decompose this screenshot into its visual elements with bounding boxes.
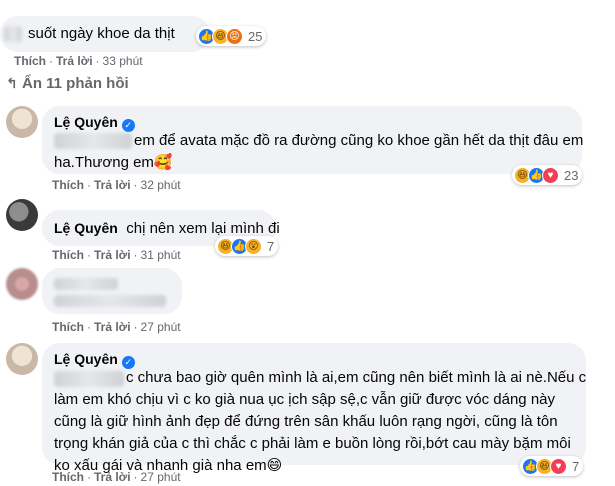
angry-icon: 😡 — [226, 27, 243, 45]
author-name[interactable]: Lệ Quyên — [54, 220, 118, 236]
comment-actions: Thích · Trả lời · 27 phút — [52, 320, 181, 334]
reply-button[interactable]: Trả lời — [94, 178, 131, 192]
redacted-name — [54, 278, 118, 290]
wow-icon: 😮 — [245, 237, 262, 255]
comment-text: chị nên xem lại mình đi — [126, 220, 280, 237]
comment-text: suốt ngày khoe da thịt — [28, 25, 175, 42]
redacted-name — [4, 26, 22, 42]
author-name[interactable]: Lệ Quyên — [54, 114, 118, 130]
heart-icon: ♥ — [542, 166, 559, 184]
comment-bubble-2: Lệ Quyên ✓ em để avata mặc đồ ra đường cũ… — [42, 106, 584, 174]
reaction-summary[interactable]: 😆 👍 😮 7 — [215, 236, 279, 256]
reaction-summary[interactable]: 👍 😆 ♥ 7 — [520, 456, 584, 476]
comment-text-line: trọng khán giả của c thì chắc c phải làm… — [54, 435, 571, 452]
comment-actions: Thích · Trả lời · 27 phút — [52, 470, 181, 484]
reaction-count: 7 — [572, 458, 580, 474]
reply-button[interactable]: Trả lời — [94, 248, 131, 262]
hide-replies-link[interactable]: ↰ Ẩn 11 phản hồi — [6, 75, 129, 92]
comment-bubble-4 — [42, 268, 182, 314]
timestamp[interactable]: 27 phút — [141, 320, 181, 334]
redacted-text — [54, 295, 166, 307]
redacted-name — [54, 133, 132, 149]
like-button[interactable]: Thích — [14, 54, 46, 68]
timestamp[interactable]: 27 phút — [141, 470, 181, 484]
timestamp[interactable]: 33 phút — [103, 54, 143, 68]
reply-button[interactable]: Trả lời — [94, 470, 131, 484]
like-button[interactable]: Thích — [52, 320, 84, 334]
author-row: Lệ Quyên ✓ — [54, 351, 135, 369]
author-row: Lệ Quyên ✓ — [54, 114, 135, 132]
reaction-summary[interactable]: 😆 👍 ♥ 23 — [512, 165, 583, 185]
like-button[interactable]: Thích — [52, 470, 84, 484]
author-name[interactable]: Lệ Quyên — [54, 351, 118, 367]
like-button[interactable]: Thích — [52, 178, 84, 192]
reply-button[interactable]: Trả lời — [94, 320, 131, 334]
avatar[interactable] — [6, 106, 38, 138]
avatar[interactable] — [6, 268, 38, 300]
comment-actions: Thích · Trả lời · 33 phút — [14, 54, 143, 68]
avatar[interactable] — [6, 343, 38, 375]
reaction-summary[interactable]: 👍 😆 😡 25 — [196, 26, 267, 46]
comment-bubble-5: Lệ Quyên ✓ c chưa bao giờ quên mình là ai… — [42, 343, 587, 474]
reaction-count: 23 — [564, 167, 579, 183]
verified-badge-icon: ✓ — [121, 119, 135, 132]
avatar[interactable] — [6, 199, 38, 231]
comment-actions: Thích · Trả lời · 31 phút — [52, 248, 181, 262]
timestamp[interactable]: 32 phút — [141, 178, 181, 192]
redacted-name — [54, 371, 124, 387]
reply-button[interactable]: Trả lời — [56, 54, 93, 68]
reaction-count: 7 — [267, 238, 275, 254]
comment-text-line: em để avata mặc đồ ra đường cũng ko khoe… — [134, 132, 584, 149]
like-button[interactable]: Thích — [52, 248, 84, 262]
comment-text-line: ha.Thương em🥰 — [54, 154, 173, 171]
heart-icon: ♥ — [550, 457, 567, 475]
comment-text-line: c chưa bao giờ quên mình là ai,em cũng n… — [126, 369, 587, 386]
comment-bubble-1: suốt ngày khoe da thịt — [0, 16, 210, 52]
comment-text-line: làm em khó chịu vì c ko già nua ục ịch s… — [54, 391, 556, 408]
comment-text-line: cũng là giữ hình ảnh đẹp để đứng trên sâ… — [54, 413, 558, 430]
reaction-count: 25 — [248, 28, 263, 44]
comment-actions: Thích · Trả lời · 32 phút — [52, 178, 181, 192]
timestamp[interactable]: 31 phút — [141, 248, 181, 262]
hide-replies-label: Ẩn 11 phản hồi — [22, 75, 129, 92]
reply-arrow-icon: ↰ — [6, 75, 18, 91]
